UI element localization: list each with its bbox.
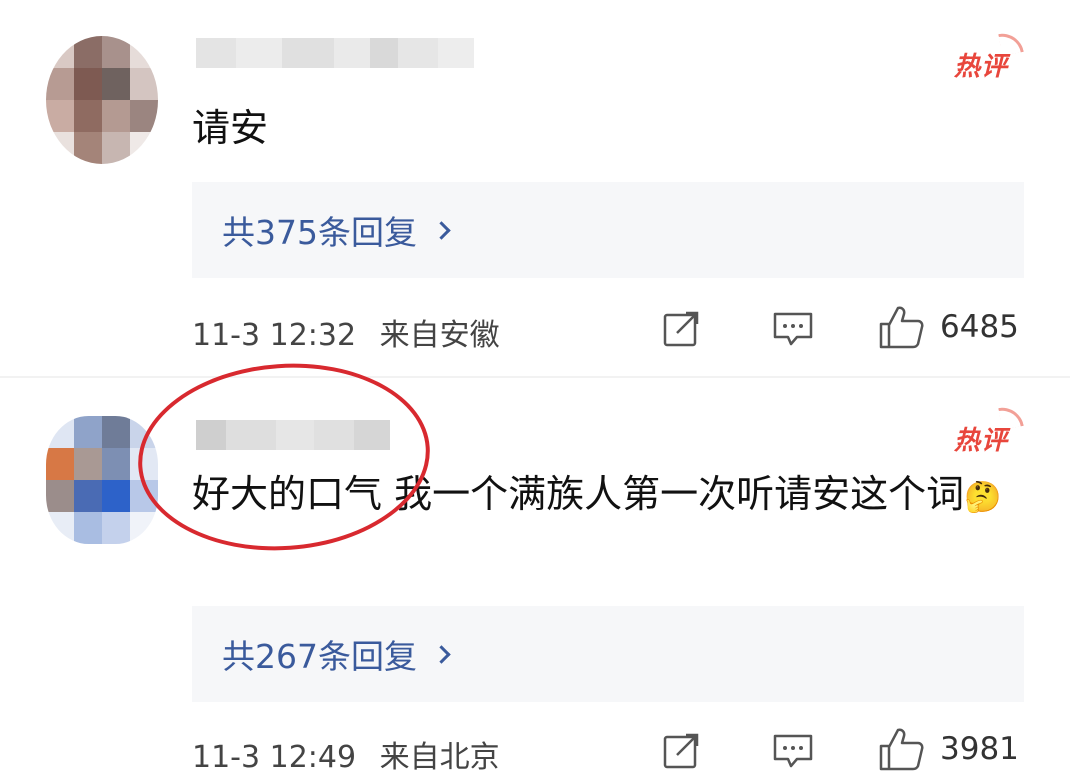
comment-button[interactable] (772, 732, 814, 770)
comment-location: 来自北京 (379, 740, 500, 775)
replies-link[interactable]: 共267条回复 (192, 606, 1024, 702)
comment-meta: 11-3 12:32 来自安徽 (192, 310, 500, 354)
like-icon (879, 306, 924, 349)
like-count: 6485 (940, 309, 1019, 345)
comment-time: 11-3 12:32 (192, 318, 357, 353)
comment-icon (773, 312, 813, 346)
comment-text: 请安 (192, 106, 269, 150)
like-count: 3981 (940, 731, 1019, 767)
like-icon (879, 728, 924, 771)
comment-item: 热评 请安 共375条回复 11-3 12:32 来自安徽 6485 (0, 0, 1070, 378)
chevron-right-icon (432, 220, 451, 240)
like-button[interactable]: 6485 (878, 304, 1019, 350)
comment-meta: 11-3 12:49 来自北京 (192, 732, 500, 776)
chevron-right-icon (432, 644, 451, 664)
username-blurred[interactable] (196, 38, 474, 68)
replies-count: 共375条回复 (222, 213, 417, 252)
hot-comment-badge: 热评 (954, 404, 1024, 457)
like-button[interactable]: 3981 (878, 726, 1019, 772)
comment-icon (773, 734, 813, 768)
share-button[interactable] (662, 732, 702, 770)
comment-button[interactable] (772, 310, 814, 348)
share-button[interactable] (662, 310, 702, 348)
replies-link[interactable]: 共375条回复 (192, 182, 1024, 278)
comment-time: 11-3 12:49 (192, 740, 357, 775)
avatar[interactable] (46, 36, 158, 164)
comment-location: 来自安徽 (379, 318, 500, 353)
hot-comment-badge: 热评 (954, 30, 1024, 83)
replies-count: 共267条回复 (222, 637, 417, 676)
share-icon (663, 733, 699, 769)
thinking-emoji-icon: 🤔 (964, 480, 1002, 515)
share-icon (663, 311, 699, 347)
